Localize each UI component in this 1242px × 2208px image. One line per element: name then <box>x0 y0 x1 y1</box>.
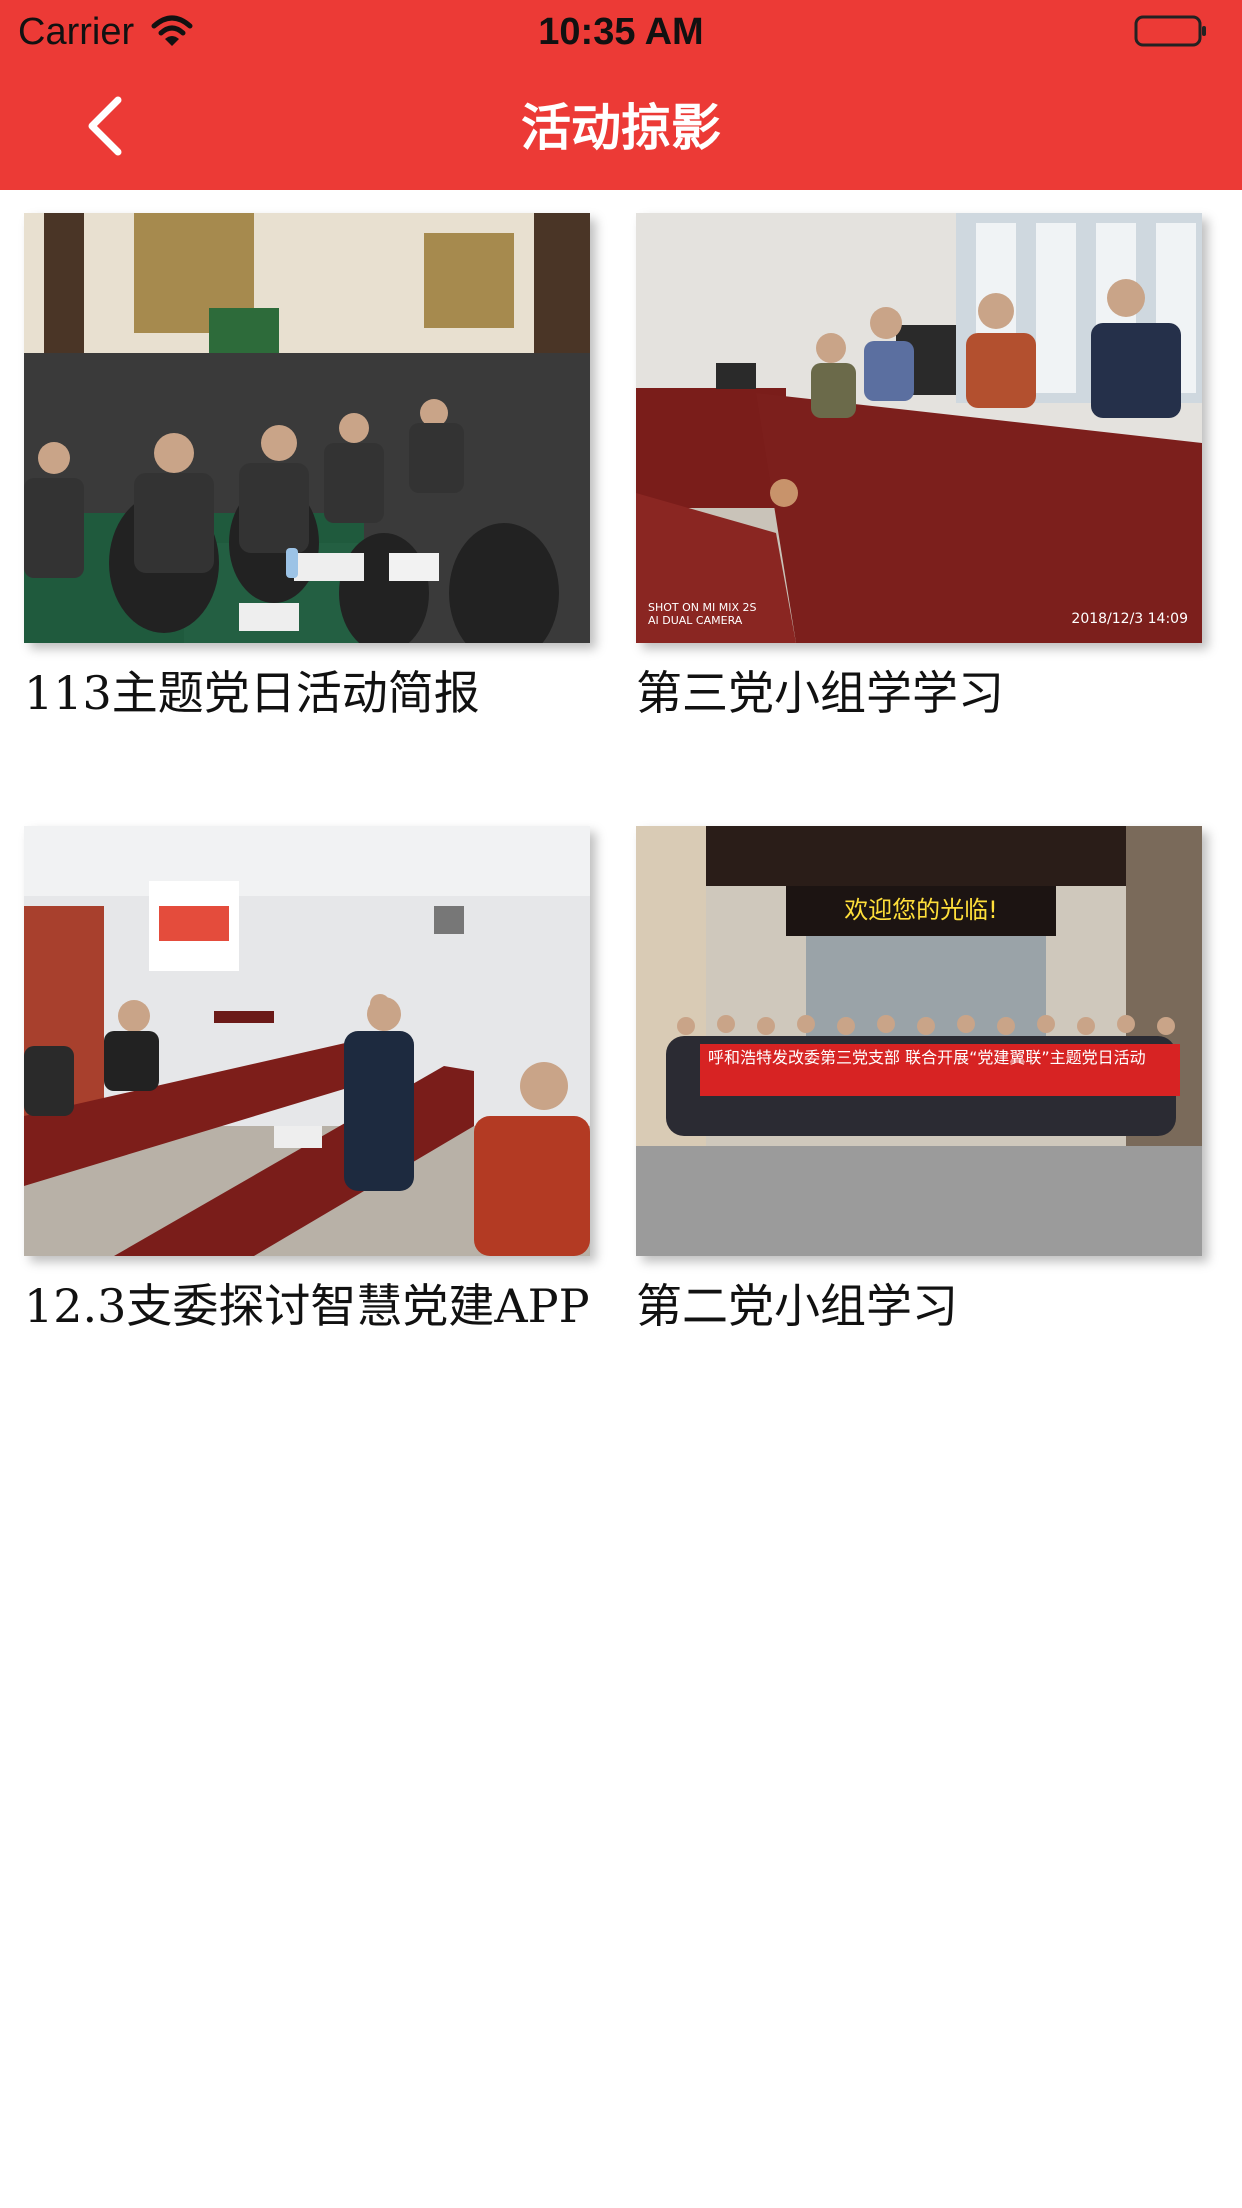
meeting-room-photo <box>24 826 590 1256</box>
auditorium-photo <box>24 213 590 643</box>
camera-watermark: SHOT ON MI MIX 2S AI DUAL CAMERA <box>648 601 757 627</box>
gallery-item[interactable]: SHOT ON MI MIX 2S AI DUAL CAMERA 2018/12… <box>636 213 1202 721</box>
gallery-photo[interactable] <box>24 826 590 1256</box>
group-photo <box>636 826 1202 1256</box>
clock: 10:35 AM <box>538 11 704 53</box>
page-title: 活动掠影 <box>521 99 721 157</box>
photo-timestamp: 2018/12/3 14:09 <box>1071 611 1188 627</box>
gallery-caption[interactable]: 113主题党日活动简报 <box>24 665 590 721</box>
gallery-caption[interactable]: 第二党小组学习 <box>636 1278 1202 1334</box>
battery-icon <box>1134 15 1206 47</box>
gallery-item[interactable]: 欢迎您的光临! 呼和浩特发改委第三党支部 联合开展“党建翼联”主题党日活动 第二… <box>636 826 1202 1334</box>
nav-bar: 活动掠影 <box>0 62 1242 190</box>
top-bar: Carrier 10:35 AM 活动掠影 <box>0 0 1242 190</box>
meeting-table-photo <box>636 213 1202 643</box>
gallery-item[interactable]: 12.3支委探讨智慧党建APP <box>24 826 590 1334</box>
red-banner: 呼和浩特发改委第三党支部 联合开展“党建翼联”主题党日活动 <box>700 1044 1180 1096</box>
gallery-item[interactable]: 113主题党日活动简报 <box>24 213 590 721</box>
led-sign: 欢迎您的光临! <box>844 896 998 924</box>
gallery-caption[interactable]: 12.3支委探讨智慧党建APP <box>24 1278 590 1334</box>
gallery-photo[interactable]: SHOT ON MI MIX 2S AI DUAL CAMERA 2018/12… <box>636 213 1202 643</box>
gallery-photo[interactable] <box>24 213 590 643</box>
gallery-caption[interactable]: 第三党小组学学习 <box>636 665 1202 721</box>
gallery-photo[interactable]: 欢迎您的光临! 呼和浩特发改委第三党支部 联合开展“党建翼联”主题党日活动 <box>636 826 1202 1256</box>
status-bar: Carrier 10:35 AM <box>0 0 1242 62</box>
